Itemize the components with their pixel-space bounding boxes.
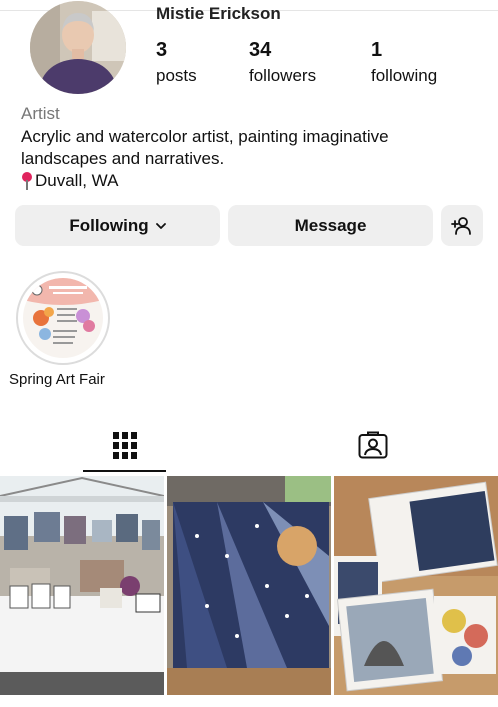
- add-person-icon: [451, 216, 471, 235]
- stat-following[interactable]: 1 following: [371, 39, 437, 88]
- profile-category: Artist: [21, 104, 60, 123]
- avatar-photo: [30, 1, 126, 94]
- highlight-cover-image: [23, 278, 103, 358]
- chevron-down-icon: [155, 222, 166, 229]
- tagged-icon: [358, 431, 388, 459]
- stat-followers[interactable]: 34 followers: [249, 39, 316, 88]
- profile-bio: Acrylic and watercolor artist, painting …: [21, 126, 491, 192]
- profile-name: Mistie Erickson: [156, 4, 281, 23]
- active-tab-indicator: [83, 470, 166, 472]
- following-button-label: Following: [69, 215, 149, 235]
- following-button[interactable]: Following: [15, 205, 220, 246]
- post-image-booth: [0, 476, 164, 695]
- post-thumbnail[interactable]: [334, 476, 498, 695]
- stat-following-label: following: [371, 66, 438, 85]
- suggested-people-button[interactable]: [441, 205, 483, 246]
- highlight-label: Spring Art Fair: [9, 371, 105, 388]
- stat-posts-label: posts: [156, 66, 197, 85]
- post-thumbnail[interactable]: [0, 476, 164, 695]
- stat-followers-count: 34: [249, 39, 272, 61]
- post-thumbnail[interactable]: [167, 476, 331, 695]
- grid-icon: [113, 432, 137, 459]
- bio-line-2: landscapes and narratives.: [21, 149, 225, 168]
- location-pin-icon: [21, 172, 33, 190]
- stat-posts[interactable]: 3 posts: [156, 39, 197, 88]
- highlight-spring-art-fair[interactable]: [16, 271, 110, 365]
- message-button[interactable]: Message: [228, 205, 433, 246]
- stat-following-count: 1: [371, 39, 383, 61]
- stat-followers-label: followers: [249, 66, 317, 85]
- stat-posts-count: 3: [156, 39, 168, 61]
- message-button-label: Message: [294, 215, 367, 235]
- tab-tagged[interactable]: [331, 420, 415, 470]
- post-image-prints: [334, 476, 498, 695]
- bio-location: Duvall, WA: [21, 170, 491, 192]
- post-image-painting: [167, 476, 331, 695]
- highlight-cover: [23, 278, 103, 358]
- tab-posts-grid[interactable]: [83, 420, 167, 470]
- profile-avatar[interactable]: [30, 1, 126, 94]
- bio-line-1: Acrylic and watercolor artist, painting …: [21, 127, 389, 146]
- location-text: Duvall, WA: [35, 171, 119, 190]
